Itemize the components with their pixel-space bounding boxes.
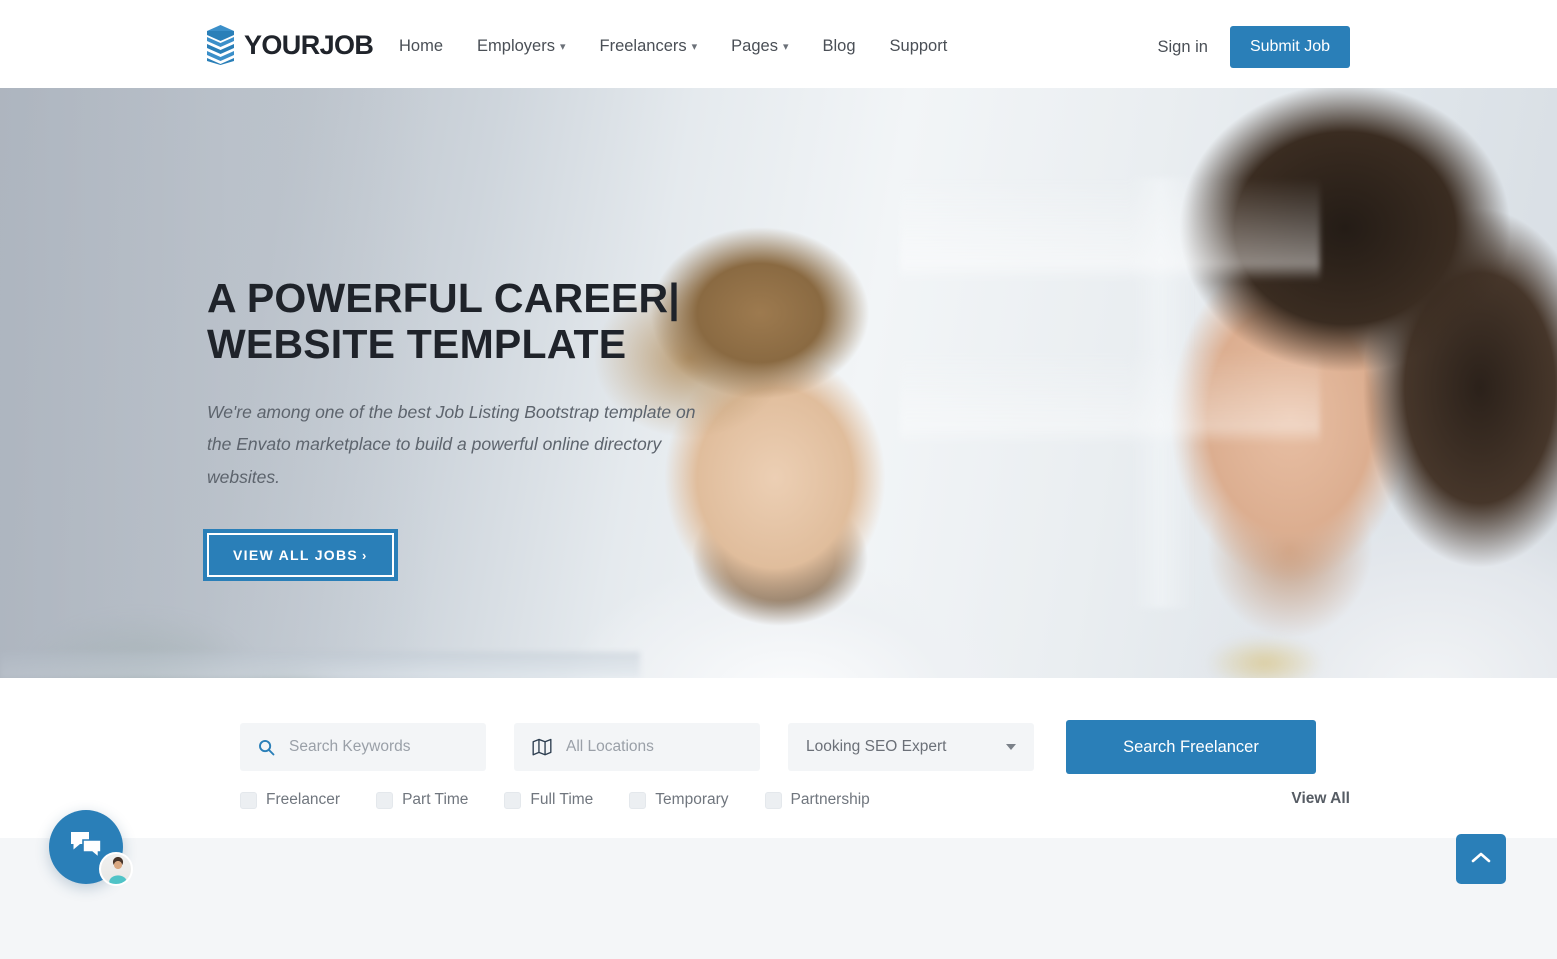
agent-avatar <box>99 852 133 886</box>
nav-item-label: Employers <box>477 37 555 55</box>
view-all-jobs-button[interactable]: VIEW ALL JOBS › <box>207 532 394 577</box>
location-input[interactable] <box>566 738 766 756</box>
search-freelancer-button[interactable]: Search Freelancer <box>1066 720 1316 774</box>
filter-full-time[interactable]: Full Time <box>504 791 593 809</box>
nav-item-label: Pages <box>731 37 778 55</box>
hero-section: A POWERFUL CAREER| WEBSITE TEMPLATE We'r… <box>0 88 1557 678</box>
filter-partnership[interactable]: Partnership <box>764 791 870 809</box>
scroll-to-top-button[interactable] <box>1456 834 1506 884</box>
nav-item-employers[interactable]: Employers ▾ <box>460 33 582 59</box>
hero-title: A POWERFUL CAREER| WEBSITE TEMPLATE <box>207 275 827 368</box>
hero-title-line2: WEBSITE TEMPLATE <box>207 320 627 367</box>
hero-content: A POWERFUL CAREER| WEBSITE TEMPLATE We'r… <box>207 275 827 577</box>
hero-title-line1: A POWERFUL CAREER| <box>207 275 680 321</box>
submit-job-button[interactable]: Submit Job <box>1229 26 1350 68</box>
job-search-section: Looking SEO Expert Search Freelancer Fre… <box>0 678 1557 838</box>
checkbox-icon[interactable] <box>376 791 394 809</box>
chevron-down-icon: ▾ <box>782 41 789 53</box>
nav-item-label: Freelancers <box>599 37 687 55</box>
hero-description: We're among one of the best Job Listing … <box>207 401 696 487</box>
chevron-down-icon <box>1006 744 1016 750</box>
chevron-down-icon: ▾ <box>691 41 698 53</box>
logo-text: YOURJOB <box>244 29 374 60</box>
nav-item-blog[interactable]: Blog <box>805 33 872 59</box>
nav-item-label: Blog <box>822 37 856 55</box>
nav-item-label: Support <box>889 37 948 55</box>
logo[interactable]: YOURJOB <box>207 25 374 65</box>
site-header: YOURJOB Home Employers ▾ Freelancers ▾ P… <box>0 0 1557 88</box>
filter-label: Partnership <box>790 791 870 808</box>
chevron-right-icon: › <box>362 547 368 563</box>
search-form: Looking SEO Expert Search Freelancer <box>240 720 1316 774</box>
header-actions: Sign in Submit Job <box>1158 26 1350 68</box>
chat-widget-button[interactable] <box>49 810 133 886</box>
search-keywords-field[interactable] <box>240 723 489 771</box>
filter-part-time[interactable]: Part Time <box>376 791 468 809</box>
category-select[interactable]: Looking SEO Expert <box>788 723 1034 771</box>
job-type-filters: Freelancer Part Time Full Time Temporary… <box>240 791 906 809</box>
location-field[interactable] <box>514 723 766 771</box>
filter-freelancer[interactable]: Freelancer <box>240 791 340 809</box>
nav-item-home[interactable]: Home <box>399 33 460 59</box>
sign-in-link[interactable]: Sign in <box>1158 26 1208 68</box>
hero-desk-object <box>1190 628 1340 678</box>
chevron-down-icon: ▾ <box>559 41 566 53</box>
checkbox-icon[interactable] <box>629 791 647 809</box>
filter-label: Full Time <box>530 791 594 808</box>
hero-office-shelves <box>900 178 1320 608</box>
filter-label: Freelancer <box>266 791 341 808</box>
search-icon <box>258 739 275 756</box>
checkbox-icon[interactable] <box>240 791 257 809</box>
page-bottom-strip <box>0 838 1557 959</box>
search-input[interactable] <box>289 738 489 756</box>
nav-item-freelancers[interactable]: Freelancers ▾ <box>583 33 715 59</box>
checkbox-icon[interactable] <box>764 791 782 809</box>
layers-icon <box>207 25 234 65</box>
chat-bubbles-icon <box>69 830 103 865</box>
chevron-up-icon <box>1471 851 1491 867</box>
filter-temporary[interactable]: Temporary <box>629 791 729 809</box>
nav-item-support[interactable]: Support <box>873 33 965 59</box>
view-all-jobs-label: VIEW ALL JOBS <box>233 546 359 563</box>
view-all-link[interactable]: View All <box>1291 790 1350 808</box>
category-select-value: Looking SEO Expert <box>806 738 947 755</box>
filter-label: Temporary <box>655 791 729 808</box>
nav-item-pages[interactable]: Pages ▾ <box>714 33 805 59</box>
map-icon <box>532 738 552 756</box>
main-nav: Home Employers ▾ Freelancers ▾ Pages ▾ B… <box>399 33 964 59</box>
checkbox-icon[interactable] <box>504 791 522 809</box>
filter-label: Part Time <box>402 791 469 808</box>
nav-item-label: Home <box>399 37 444 55</box>
